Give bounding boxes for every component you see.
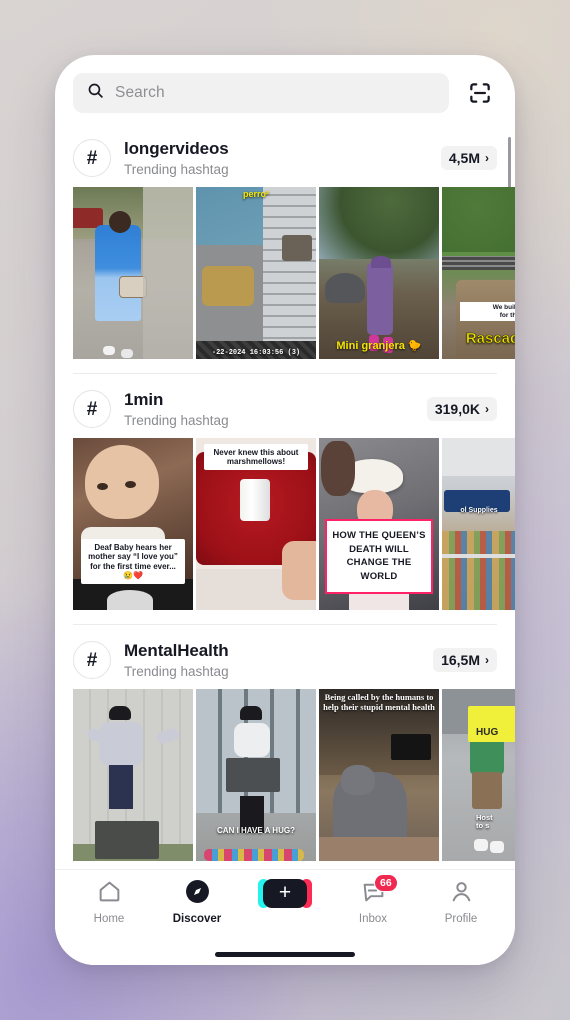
hashtag-info: MentalHealth Trending hashtag [124,641,420,678]
hashtag-view-count[interactable]: 319,0K › [426,397,497,421]
hashtag-icon: # [73,390,111,428]
nav-item-inbox[interactable]: 66 Inbox [336,874,410,925]
thumbnail-caption: Mini granjera 🐤 [336,340,422,353]
chevron-right-icon: › [485,402,489,416]
hashtag-name: MentalHealth [124,641,229,661]
count-value: 16,5M [441,652,480,668]
hashtag-section: # MentalHealth Trending hashtag 16,5M › [55,625,515,861]
nav-label: Discover [172,913,222,925]
bottom-navigation: Home Discover + 66 Inbox Profile [55,869,515,943]
video-thumbnail[interactable]: ol Supplies [442,438,515,610]
hashtag-name: 1min [124,390,164,410]
hashtag-subtitle: Trending hashtag [124,412,229,428]
video-thumbnail[interactable]: perro² -22-2024 16:03:56 (3) [196,187,316,359]
scan-qr-icon[interactable] [463,76,497,110]
video-thumbnail[interactable] [73,689,193,861]
hashtag-header-longervideos[interactable]: # longervideos Trending hashtag 4,5M › [55,127,515,187]
hashtag-info: 1min Trending hashtag [124,390,414,427]
video-thumbnail-row[interactable]: perro² -22-2024 16:03:56 (3) Mini granje… [55,187,515,359]
chevron-right-icon: › [485,653,489,667]
search-icon [87,82,104,104]
hashtag-icon: # [73,139,111,177]
count-value: 4,5M [448,150,480,166]
nav-item-discover[interactable]: Discover [160,879,234,925]
count-value: 319,0K [434,401,480,417]
thumbnail-subcaption: Host to s [476,812,493,831]
nav-item-home[interactable]: Home [72,879,146,925]
nav-item-profile[interactable]: Profile [424,879,498,925]
hashtag-subtitle: Trending hashtag [124,663,229,679]
search-input[interactable]: Search [73,73,449,113]
plus-icon: + [258,879,312,908]
hashtag-info: longervideos Trending hashtag [124,139,428,176]
nav-label: Inbox [358,913,388,925]
nav-label: Profile [444,913,478,925]
compass-icon [185,879,210,909]
video-thumbnail[interactable]: Deaf Baby hears her mother say “I love y… [73,438,193,610]
phone-frame: Search # longervideos Trending hashtag 4… [55,55,515,965]
discover-feed[interactable]: # longervideos Trending hashtag 4,5M › p… [55,123,515,869]
video-thumbnail-row[interactable]: CAN I HAVE A HUG? Being called by the hu… [55,689,515,861]
inbox-badge-count: 66 [374,874,398,893]
hashtag-subtitle: Trending hashtag [124,161,229,177]
video-thumbnail[interactable]: Mini granjera 🐤 [319,187,439,359]
hashtag-view-count[interactable]: 4,5M › [440,146,497,170]
hashtag-section: # 1min Trending hashtag 319,0K › Deaf Ba… [55,374,515,610]
nav-item-create[interactable]: + [248,879,322,912]
home-indicator[interactable] [215,951,355,957]
video-thumbnail-row[interactable]: Deaf Baby hears her mother say “I love y… [55,438,515,610]
video-thumbnail[interactable]: Never knew this about marshmellows! [196,438,316,610]
hashtag-header-mentalhealth[interactable]: # MentalHealth Trending hashtag 16,5M › [55,629,515,689]
search-placeholder: Search [115,84,165,101]
hashtag-icon: # [73,641,111,679]
search-row: Search [55,55,515,123]
video-thumbnail[interactable]: HOW THE QUEEN’S DEATH WILL CHANGE THE WO… [319,438,439,610]
home-icon [97,879,122,909]
nav-label: Home [93,913,125,925]
video-thumbnail[interactable]: CAN I HAVE A HUG? [196,689,316,861]
hashtag-header-1min[interactable]: # 1min Trending hashtag 319,0K › [55,378,515,438]
video-thumbnail[interactable]: HUG Host to s [442,689,515,861]
person-icon [449,879,474,909]
video-thumbnail[interactable]: Being called by the humans to help their… [319,689,439,861]
video-thumbnail[interactable] [73,187,193,359]
hashtag-name: longervideos [124,139,229,159]
hashtag-section: # longervideos Trending hashtag 4,5M › p… [55,123,515,359]
video-thumbnail[interactable]: We built a for th Rascador [442,187,515,359]
home-indicator-area [55,943,515,965]
hashtag-view-count[interactable]: 16,5M › [433,648,497,672]
chevron-right-icon: › [485,151,489,165]
